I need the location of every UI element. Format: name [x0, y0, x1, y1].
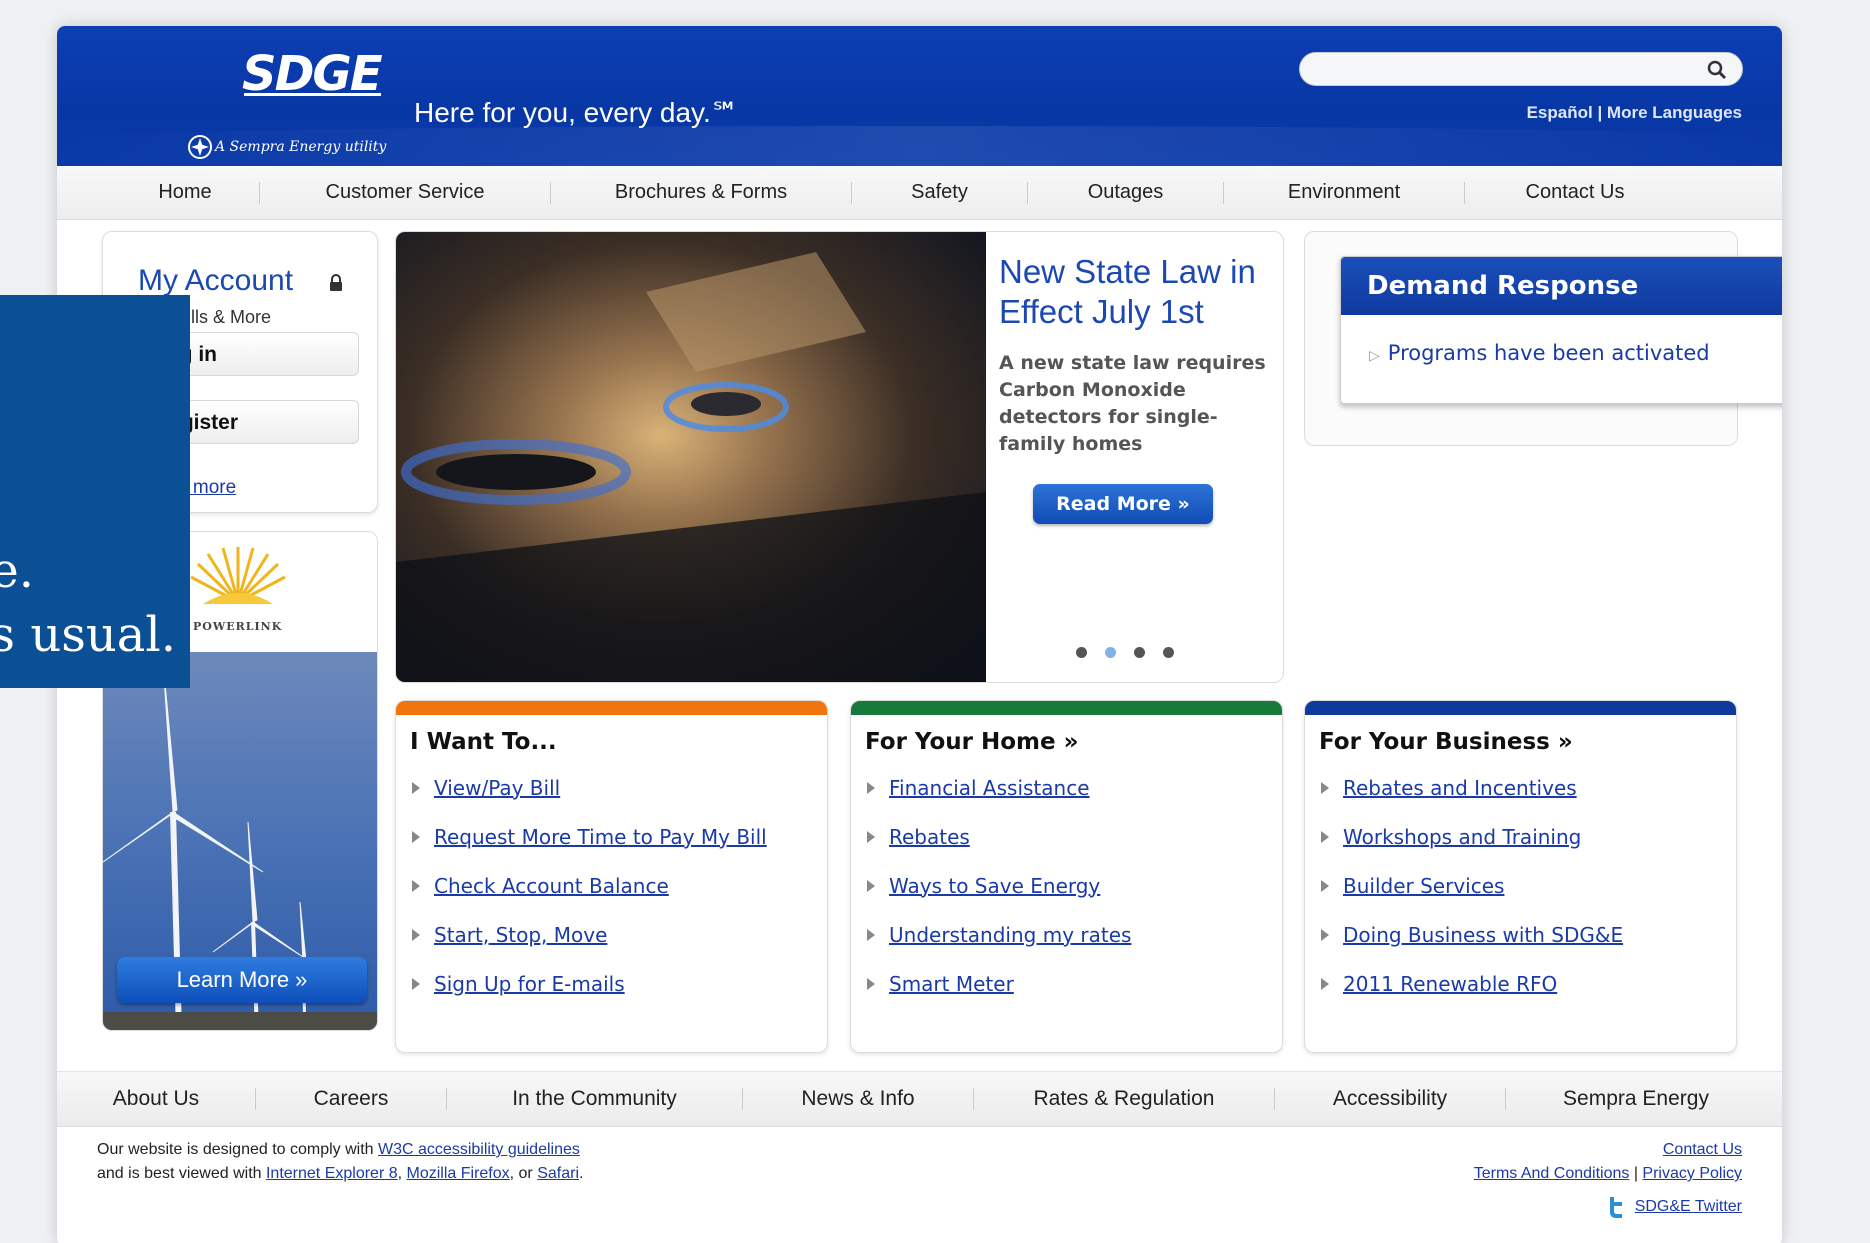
- panel-title[interactable]: For Your Business »: [1305, 715, 1736, 755]
- tagline: Here for you, every day.℠: [414, 97, 740, 128]
- twitter-link[interactable]: SDG&E Twitter: [1635, 1198, 1742, 1216]
- demand-response-card: Demand Response ▷ Programs have been acti…: [1340, 256, 1782, 404]
- list-item: Check Account Balance: [412, 861, 827, 910]
- site-header: SDGE A Sempra Energy utility Here for yo…: [57, 26, 1782, 166]
- safari-link[interactable]: Safari: [537, 1165, 579, 1182]
- lock-icon: [330, 274, 342, 291]
- twitter-row: SDG&E Twitter: [1607, 1196, 1742, 1218]
- demand-response-title: Demand Response: [1341, 257, 1782, 315]
- w3c-link[interactable]: W3C accessibility guidelines: [378, 1141, 580, 1158]
- bullet-triangle-icon: [1321, 928, 1329, 941]
- footer-sempra-energy[interactable]: Sempra Energy: [1506, 1087, 1766, 1111]
- carousel-dot-2[interactable]: [1105, 647, 1116, 658]
- hero-body: A new state law requires Carbon Monoxide…: [999, 352, 1266, 455]
- hero-title[interactable]: New State Law in Effect July 1st: [999, 252, 1279, 332]
- i-want-to-panel: I Want To... View/Pay Bill Request More …: [395, 700, 828, 1053]
- twitter-icon[interactable]: [1607, 1196, 1625, 1218]
- bullet-triangle-icon: [867, 830, 875, 843]
- bullet-triangle-icon: [867, 781, 875, 794]
- language-links[interactable]: Español | More Languages: [1527, 103, 1742, 123]
- overlay-line-2: s usual.: [0, 607, 176, 663]
- footer-compliance-text: Our website is designed to comply with W…: [97, 1141, 584, 1182]
- nav-contact-us[interactable]: Contact Us: [1465, 181, 1685, 204]
- list-item: Smart Meter: [867, 959, 1282, 1008]
- sdge-logo[interactable]: SDGE A Sempra Energy utility: [187, 46, 386, 159]
- list-item: Ways to Save Energy: [867, 861, 1282, 910]
- list-item: Sign Up for E-mails: [412, 959, 827, 1008]
- bullet-triangle-icon: [412, 928, 420, 941]
- footer-contact-link[interactable]: Contact Us: [1663, 1141, 1742, 1158]
- overlay-line-1: e.: [0, 543, 34, 599]
- main-nav: Home Customer Service Brochures & Forms …: [57, 166, 1782, 220]
- panel-title[interactable]: For Your Home »: [851, 715, 1282, 755]
- sempra-star-icon: [188, 135, 212, 159]
- bullet-triangle-icon: [412, 977, 420, 990]
- nav-safety[interactable]: Safety: [852, 181, 1027, 204]
- bullet-triangle-icon: [412, 830, 420, 843]
- list-item: Start, Stop, Move: [412, 910, 827, 959]
- carousel-dot-1[interactable]: [1076, 647, 1087, 658]
- list-item: Rebates: [867, 812, 1282, 861]
- carousel-dot-3[interactable]: [1134, 647, 1145, 658]
- logo-text: SDGE: [242, 46, 383, 102]
- list-item: Builder Services: [1321, 861, 1736, 910]
- gas-burner-graphic: [396, 252, 986, 682]
- bullet-triangle-icon: [867, 879, 875, 892]
- bullet-triangle-icon: [412, 781, 420, 794]
- list-item: Financial Assistance: [867, 763, 1282, 812]
- gas-burner-image: [396, 232, 986, 682]
- footer-in-the-community[interactable]: In the Community: [447, 1087, 742, 1111]
- nav-brochures-forms[interactable]: Brochures & Forms: [551, 181, 851, 204]
- demand-response-link[interactable]: ▷ Programs have been activated: [1369, 341, 1710, 365]
- list-item: 2011 Renewable RFO: [1321, 959, 1736, 1008]
- ie8-link[interactable]: Internet Explorer 8: [266, 1165, 398, 1182]
- hero-carousel: New State Law in Effect July 1st A new s…: [395, 231, 1284, 683]
- panel-title: I Want To...: [410, 729, 557, 755]
- privacy-link[interactable]: Privacy Policy: [1642, 1165, 1742, 1182]
- footer-about-us[interactable]: About Us: [57, 1087, 255, 1111]
- nav-outages[interactable]: Outages: [1028, 181, 1223, 204]
- bullet-triangle-icon: [867, 977, 875, 990]
- firefox-link[interactable]: Mozilla Firefox: [407, 1165, 510, 1182]
- search-icon[interactable]: [1706, 59, 1728, 81]
- list-item: Understanding my rates: [867, 910, 1282, 959]
- nav-environment[interactable]: Environment: [1224, 181, 1464, 204]
- bullet-triangle-icon: ▷: [1369, 348, 1380, 364]
- caption-overlay: e. s usual.: [0, 295, 190, 688]
- list-item: View/Pay Bill: [412, 763, 827, 812]
- nav-customer-service[interactable]: Customer Service: [260, 181, 550, 204]
- for-your-business-panel: For Your Business » Rebates and Incentiv…: [1304, 700, 1737, 1053]
- list-item: Workshops and Training: [1321, 812, 1736, 861]
- bullet-triangle-icon: [1321, 781, 1329, 794]
- footer-news-info[interactable]: News & Info: [743, 1087, 973, 1111]
- read-more-button[interactable]: Read More »: [1033, 484, 1213, 524]
- footer-links: Contact Us Terms And Conditions | Privac…: [1473, 1141, 1742, 1182]
- bullet-triangle-icon: [1321, 879, 1329, 892]
- nav-home[interactable]: Home: [111, 181, 259, 204]
- terms-link[interactable]: Terms And Conditions: [1474, 1165, 1630, 1182]
- sun-icon: [190, 547, 286, 604]
- browser-page: SDGE A Sempra Energy utility Here for yo…: [57, 26, 1782, 1243]
- footer-careers[interactable]: Careers: [256, 1087, 446, 1111]
- footer-nav: About Us Careers In the Community News &…: [57, 1071, 1782, 1127]
- bullet-triangle-icon: [412, 879, 420, 892]
- list-item: Request More Time to Pay My Bill: [412, 812, 827, 861]
- promo-learn-more-button[interactable]: Learn More »: [117, 957, 367, 1003]
- my-account-title[interactable]: My Account: [138, 264, 293, 298]
- search-input[interactable]: [1299, 52, 1743, 86]
- logo-subtitle: A Sempra Energy utility: [215, 139, 387, 155]
- carousel-dots: [1076, 647, 1174, 658]
- footer-rates-regulation[interactable]: Rates & Regulation: [974, 1087, 1274, 1111]
- list-item: Rebates and Incentives: [1321, 763, 1736, 812]
- bullet-triangle-icon: [1321, 977, 1329, 990]
- carousel-dot-4[interactable]: [1163, 647, 1174, 658]
- footer-accessibility[interactable]: Accessibility: [1275, 1087, 1505, 1111]
- bullet-triangle-icon: [1321, 830, 1329, 843]
- bullet-triangle-icon: [867, 928, 875, 941]
- list-item: Doing Business with SDG&E: [1321, 910, 1736, 959]
- for-your-home-panel: For Your Home » Financial Assistance Reb…: [850, 700, 1283, 1053]
